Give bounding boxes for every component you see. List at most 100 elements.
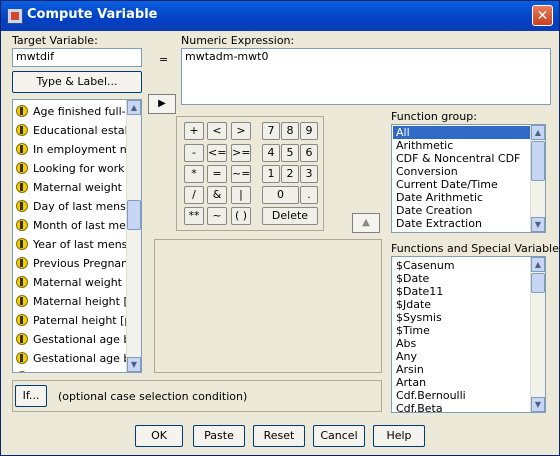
function-group-item[interactable]: Date Extraction	[393, 217, 531, 230]
operator-button[interactable]: >	[231, 122, 251, 140]
function-group-item[interactable]: Conversion	[393, 165, 531, 178]
function-item[interactable]: $Jdate	[393, 298, 531, 311]
if-button[interactable]: If...	[15, 385, 47, 407]
digit-button[interactable]: 5	[281, 144, 299, 162]
scroll-thumb[interactable]	[127, 200, 141, 230]
functions-list[interactable]: $Casenum $Date $Date11 $Jdate $Sysmis $Time Ab…	[391, 256, 546, 413]
scroll-thumb[interactable]	[531, 273, 545, 293]
function-group-item[interactable]: All	[393, 126, 531, 139]
numeric-variable-icon	[16, 352, 28, 364]
variable-item[interactable]: Gestational age by	[13, 349, 128, 368]
numeric-expression-input[interactable]: mwtadm-mwt0	[181, 48, 551, 105]
function-group-item[interactable]: Arithmetic	[393, 139, 531, 152]
variable-label: Maternal height [mh]	[33, 295, 128, 308]
numeric-expression-label: Numeric Expression:	[181, 34, 295, 47]
function-group-item[interactable]: CDF & Noncentral CDF	[393, 152, 531, 165]
numeric-variable-icon	[16, 238, 28, 250]
operator-button[interactable]: <=	[207, 144, 227, 162]
numeric-variable-icon	[16, 333, 28, 345]
operator-button[interactable]: +	[184, 122, 204, 140]
function-item[interactable]: $Casenum	[393, 259, 531, 272]
function-item[interactable]: Arsin	[393, 363, 531, 376]
variable-label: Gestational age by	[33, 333, 128, 346]
function-group-item[interactable]: Date Creation	[393, 204, 531, 217]
variable-item[interactable]: In employment now	[13, 140, 128, 159]
app-icon	[7, 8, 23, 24]
variable-item[interactable]: Looking for work now	[13, 159, 128, 178]
variable-item[interactable]: Gestational age by	[13, 330, 128, 349]
operator-button[interactable]: *	[184, 165, 204, 183]
variable-item[interactable]: Month of last menstrual	[13, 216, 128, 235]
operator-button[interactable]: ( )	[231, 207, 251, 225]
close-button[interactable]: ✕	[532, 5, 553, 26]
operator-button[interactable]: ~=	[231, 165, 251, 183]
operator-button[interactable]: |	[231, 186, 251, 204]
digit-button[interactable]: 4	[262, 144, 280, 162]
scroll-down-arrow[interactable]: ▼	[127, 357, 141, 372]
variable-item[interactable]: Maternal weight on	[13, 273, 128, 292]
function-item[interactable]: Cdf.Beta	[393, 402, 531, 412]
function-item[interactable]: Any	[393, 350, 531, 363]
digit-button[interactable]: 3	[300, 165, 318, 183]
help-button[interactable]: Help	[373, 425, 425, 447]
transfer-arrow-button[interactable]: ▶	[148, 94, 176, 114]
digit-button[interactable]: 8	[281, 122, 299, 140]
variable-label: Day of last menstrual	[33, 200, 128, 213]
function-item[interactable]: Abs	[393, 337, 531, 350]
variable-item[interactable]: Paternal height [ph]	[13, 311, 128, 330]
functions-scrollbar[interactable]: ▲ ▼	[530, 257, 545, 412]
target-variable-input[interactable]: mwtdif	[12, 48, 142, 67]
digit-button[interactable]: 0	[262, 186, 299, 204]
operator-button[interactable]: -	[184, 144, 204, 162]
reset-button[interactable]: Reset	[253, 425, 305, 447]
delete-button[interactable]: Delete	[262, 207, 318, 225]
scroll-thumb[interactable]	[531, 141, 545, 181]
variable-item[interactable]: Day of last menstrual	[13, 197, 128, 216]
operator-button[interactable]: /	[184, 186, 204, 204]
function-group-item[interactable]: Current Date/Time	[393, 178, 531, 191]
type-label-button[interactable]: Type & Label...	[12, 71, 142, 93]
operator-button[interactable]: **	[184, 207, 204, 225]
operator-button[interactable]: >=	[231, 144, 251, 162]
scroll-down-arrow[interactable]: ▼	[531, 397, 545, 412]
function-group-item[interactable]: Date Arithmetic	[393, 191, 531, 204]
variable-item[interactable]: Mode of delivery [d]	[13, 368, 128, 372]
digit-button[interactable]: 9	[300, 122, 318, 140]
function-group-scrollbar[interactable]: ▲ ▼	[530, 125, 545, 232]
function-group-item[interactable]: Inverse DF	[393, 230, 531, 232]
function-group-list[interactable]: All Arithmetic CDF & Noncentral CDF Convers…	[391, 124, 546, 233]
expression-up-button[interactable]: ▲	[352, 213, 380, 233]
variable-item[interactable]: Age finished full-time	[13, 102, 128, 121]
scroll-up-arrow[interactable]: ▲	[531, 257, 545, 272]
operator-button[interactable]: =	[207, 165, 227, 183]
variable-item[interactable]: Year of last menstrual	[13, 235, 128, 254]
scroll-up-arrow[interactable]: ▲	[531, 125, 545, 140]
numeric-variable-icon	[16, 314, 28, 326]
function-item[interactable]: $Date	[393, 272, 531, 285]
operator-button[interactable]: ~	[207, 207, 227, 225]
variable-item[interactable]: Maternal weight before	[13, 178, 128, 197]
scroll-up-arrow[interactable]: ▲	[127, 100, 141, 115]
variable-list-scrollbar[interactable]: ▲ ▼	[126, 100, 141, 372]
function-item[interactable]: Artan	[393, 376, 531, 389]
function-item[interactable]: $Date11	[393, 285, 531, 298]
function-item[interactable]: $Time	[393, 324, 531, 337]
function-item[interactable]: Cdf.Bernoulli	[393, 389, 531, 402]
ok-button[interactable]: OK	[135, 425, 183, 447]
digit-button[interactable]: 1	[262, 165, 280, 183]
digit-button[interactable]: 2	[281, 165, 299, 183]
operator-button[interactable]: <	[207, 122, 227, 140]
variable-item[interactable]: Previous Pregnancies	[13, 254, 128, 273]
variable-item[interactable]: Maternal height [mh]	[13, 292, 128, 311]
variable-item[interactable]: Educational establishment	[13, 121, 128, 140]
scroll-down-arrow[interactable]: ▼	[531, 217, 545, 232]
decimal-button[interactable]: .	[300, 186, 318, 204]
operator-button[interactable]: &	[207, 186, 227, 204]
function-item[interactable]: $Sysmis	[393, 311, 531, 324]
digit-button[interactable]: 7	[262, 122, 280, 140]
paste-button[interactable]: Paste	[193, 425, 245, 447]
digit-button[interactable]: 6	[300, 144, 318, 162]
cancel-button[interactable]: Cancel	[313, 425, 365, 447]
variable-label: Age finished full-time	[33, 105, 128, 118]
variable-list[interactable]: Age finished full-time Educational establ…	[12, 99, 142, 373]
